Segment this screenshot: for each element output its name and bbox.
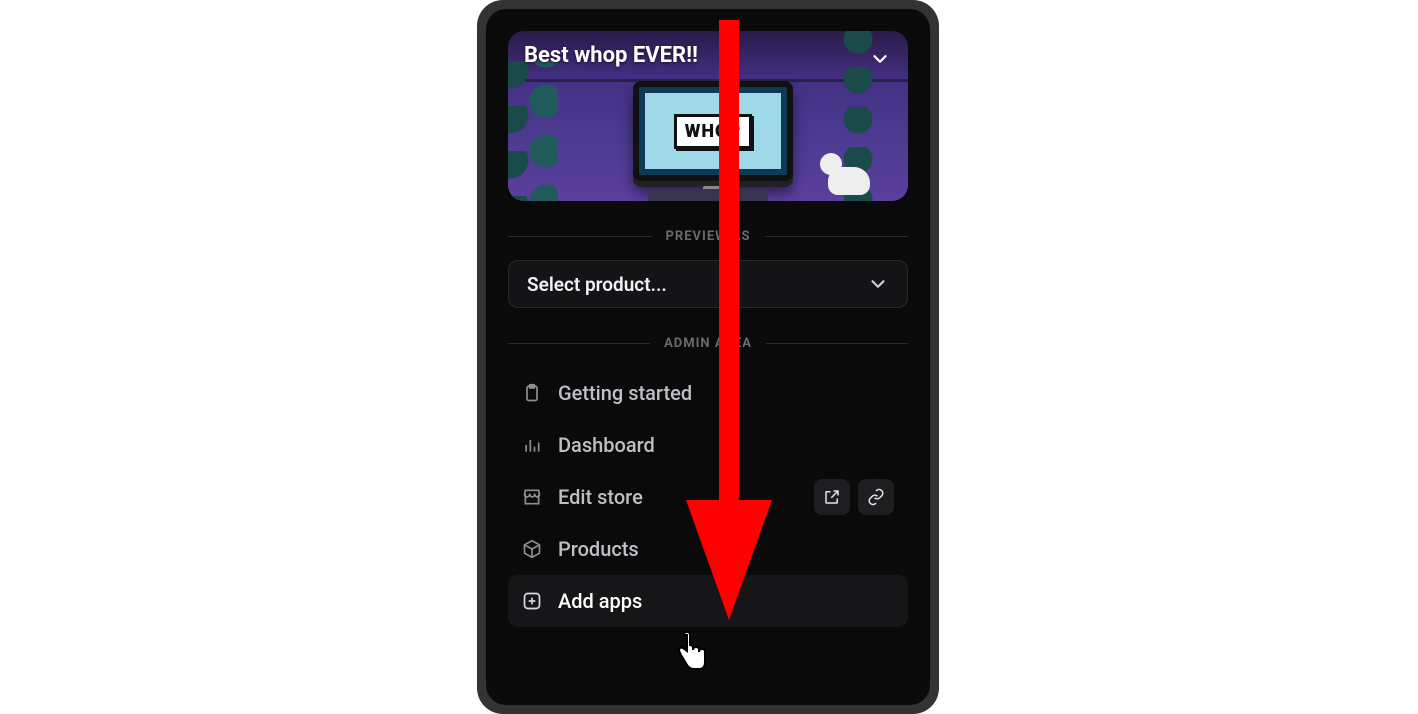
cube-icon [522, 539, 542, 559]
copy-link-button[interactable] [858, 479, 894, 515]
nav-label: Dashboard [558, 433, 894, 457]
workspace-switcher-chevron[interactable] [866, 45, 894, 73]
plus-square-icon [522, 591, 542, 611]
preview-section-header: PREVIEW AS [508, 229, 908, 244]
chevron-down-icon [869, 48, 891, 70]
nav-item-edit-store[interactable]: Edit store [508, 471, 908, 523]
admin-nav: Getting started Dashboard Edit store [508, 367, 908, 627]
sidebar-panel-outer: WHOP Best whop EVER!! PREVIEW AS Select … [477, 0, 939, 714]
nav-label: Products [558, 537, 894, 561]
link-icon [867, 488, 885, 506]
chevron-down-icon [867, 273, 889, 295]
store-icon [522, 487, 542, 507]
open-external-button[interactable] [814, 479, 850, 515]
admin-section-label: ADMIN AREA [664, 336, 752, 351]
nav-item-getting-started[interactable]: Getting started [508, 367, 908, 419]
workspace-title: Best whop EVER!! [524, 43, 698, 68]
brand-logo-text: WHOP [674, 114, 752, 149]
nav-label: Add apps [558, 589, 894, 613]
bar-chart-icon [522, 435, 542, 455]
workspace-hero-card[interactable]: WHOP Best whop EVER!! [508, 31, 908, 201]
external-link-icon [823, 488, 841, 506]
nav-item-dashboard[interactable]: Dashboard [508, 419, 908, 471]
nav-label: Edit store [558, 485, 798, 509]
nav-item-add-apps[interactable]: Add apps [508, 575, 908, 627]
admin-section-header: ADMIN AREA [508, 336, 908, 351]
product-select[interactable]: Select product... [508, 260, 908, 308]
preview-section-label: PREVIEW AS [666, 229, 751, 244]
sidebar-panel: WHOP Best whop EVER!! PREVIEW AS Select … [486, 9, 930, 705]
nav-item-products[interactable]: Products [508, 523, 908, 575]
nav-label: Getting started [558, 381, 894, 405]
product-select-placeholder: Select product... [527, 273, 667, 296]
clipboard-icon [522, 383, 542, 403]
